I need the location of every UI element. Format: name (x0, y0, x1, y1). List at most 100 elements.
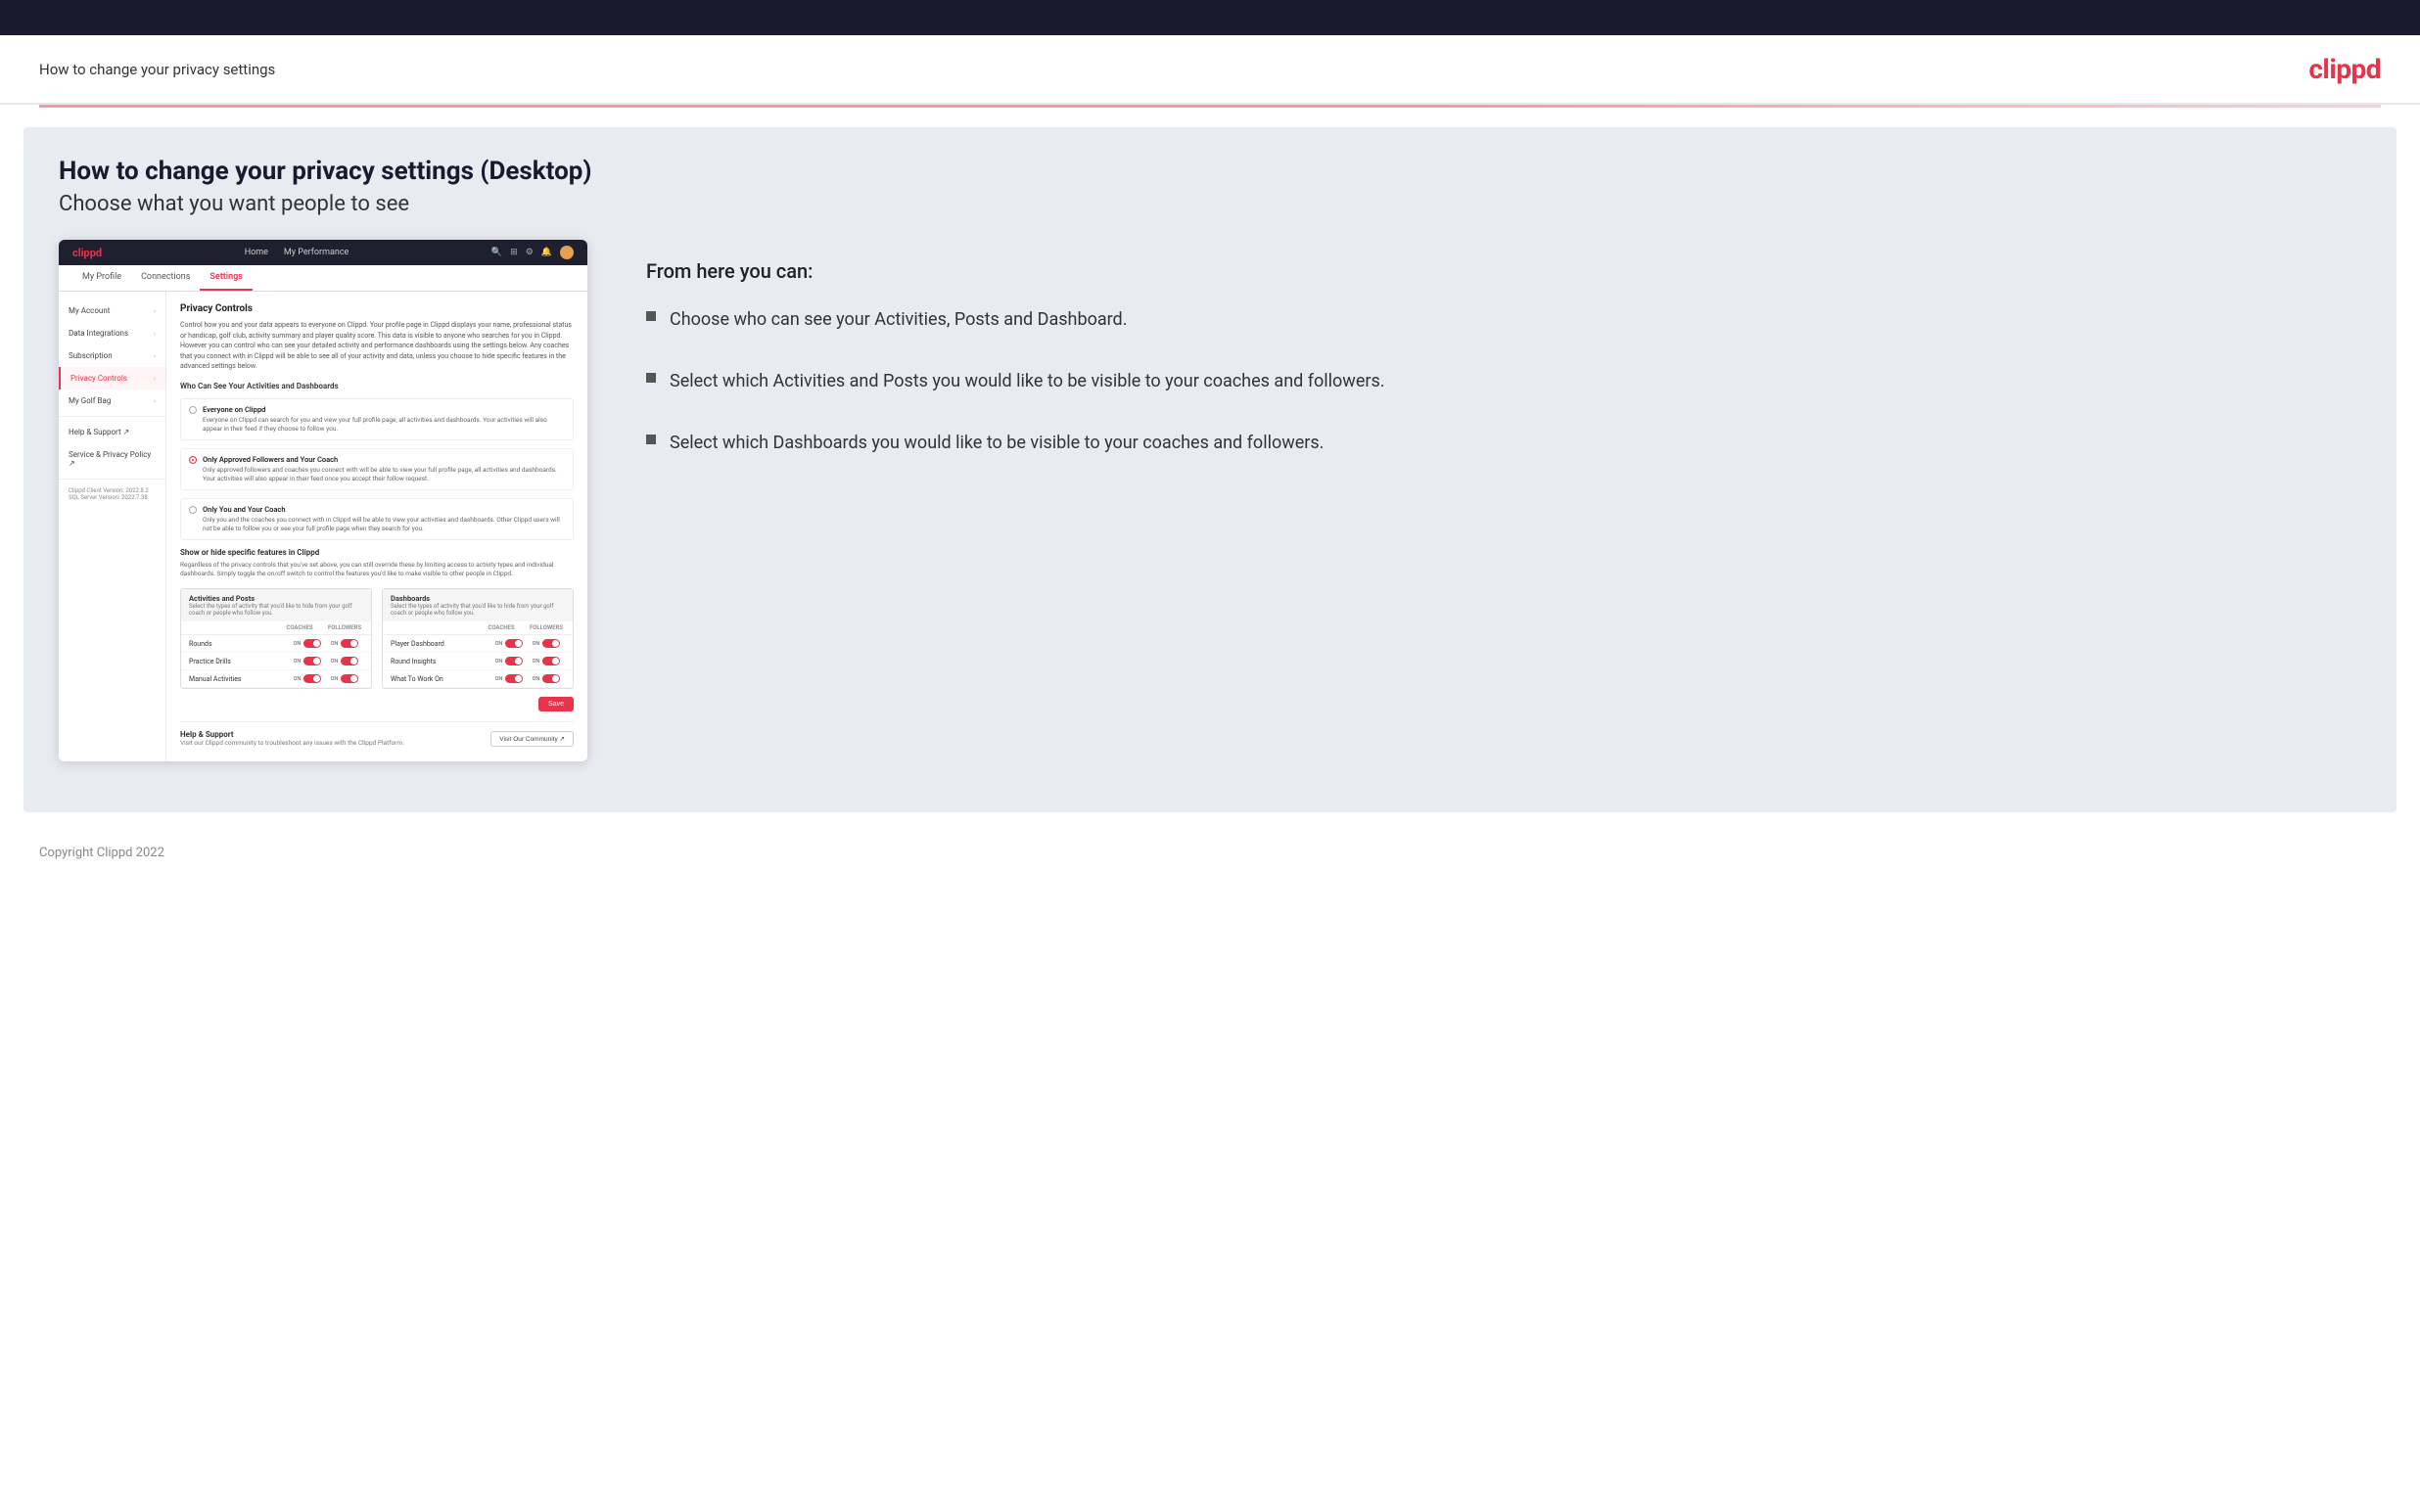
practice-coaches-toggle[interactable]: ON (289, 657, 326, 665)
search-icon[interactable]: 🔍 (491, 248, 502, 257)
player-dashboard-coaches-toggle[interactable]: ON (490, 639, 528, 648)
chevron-icon: › (154, 352, 156, 360)
sidebar-subscription[interactable]: Subscription › (59, 344, 165, 367)
radio-only-you-title: Only You and Your Coach (203, 505, 565, 514)
sidebar-privacy-controls[interactable]: Privacy Controls › (59, 367, 165, 389)
who-can-see-title: Who Can See Your Activities and Dashboar… (180, 382, 574, 390)
grid-icon[interactable]: ⊞ (510, 248, 518, 257)
header: How to change your privacy settings clip… (0, 35, 2420, 105)
what-to-work-coaches-pill[interactable] (505, 674, 523, 683)
page-heading: How to change your privacy settings (Des… (59, 157, 2361, 186)
right-panel: From here you can: Choose who can see yo… (627, 240, 2361, 491)
sidebar-service-privacy[interactable]: Service & Privacy Policy ↗ (59, 443, 165, 475)
two-column-layout: clippd Home My Performance 🔍 ⊞ ⚙ 🔔 My Pr… (59, 240, 2361, 761)
help-desc: Visit our Clippd community to troublesho… (180, 739, 404, 747)
bullet-square-2 (646, 373, 656, 383)
app-nav-performance[interactable]: My Performance (284, 248, 349, 257)
coaches-col-label: COACHES (281, 624, 318, 631)
sidebar-my-golf-bag-label: My Golf Bag (69, 396, 111, 405)
sidebar-divider (59, 416, 165, 417)
bullet-square-1 (646, 311, 656, 321)
radio-followers-coach[interactable]: Only Approved Followers and Your Coach O… (180, 448, 574, 490)
app-logo: clippd (72, 247, 102, 259)
practice-label: Practice Drills (189, 658, 289, 665)
subnav-settings[interactable]: Settings (200, 265, 253, 291)
practice-followers-pill[interactable] (341, 657, 358, 665)
sidebar-help-support[interactable]: Help & Support ↗ (59, 421, 165, 443)
app-nav-bar: clippd Home My Performance 🔍 ⊞ ⚙ 🔔 (59, 240, 587, 265)
sidebar-my-account-label: My Account (69, 306, 110, 315)
save-button[interactable]: Save (538, 697, 574, 711)
bullet-text-2: Select which Activities and Posts you wo… (670, 368, 1385, 394)
what-to-work-followers-pill[interactable] (542, 674, 560, 683)
rounds-coaches-pill[interactable] (303, 639, 321, 648)
player-dashboard-coaches-pill[interactable] (505, 639, 523, 648)
avatar[interactable] (560, 246, 574, 259)
manual-followers-pill[interactable] (341, 674, 358, 683)
radio-followers-coach-text: Only Approved Followers and Your Coach O… (203, 455, 565, 483)
manual-coaches-toggle[interactable]: ON (289, 674, 326, 683)
client-version: Clippd Client Version: 2022.8.2 (69, 487, 156, 494)
show-hide-desc: Regardless of the privacy controls that … (180, 561, 574, 578)
chevron-icon: › (154, 397, 156, 405)
subnav-connections[interactable]: Connections (131, 265, 200, 291)
rounds-followers-pill[interactable] (341, 639, 358, 648)
practice-coaches-pill[interactable] (303, 657, 321, 665)
help-text: Help & Support Visit our Clippd communit… (180, 730, 404, 747)
dash-followers-col-label: FOLLOWERS (528, 624, 565, 631)
sidebar-my-golf-bag[interactable]: My Golf Bag › (59, 389, 165, 412)
rounds-coaches-toggle[interactable]: ON (289, 639, 326, 648)
toggle-row-rounds: Rounds ON ON (181, 635, 371, 653)
radio-followers-coach-desc: Only approved followers and coaches you … (203, 466, 565, 483)
followers-col-label: FOLLOWERS (326, 624, 363, 631)
bullet-text-1: Choose who can see your Activities, Post… (670, 306, 1127, 333)
bullet-text-3: Select which Dashboards you would like t… (670, 430, 1324, 456)
dashboards-table-header: Dashboards Select the types of activity … (383, 589, 573, 621)
app-nav-home[interactable]: Home (245, 248, 268, 257)
chevron-icon: › (154, 330, 156, 338)
radio-everyone-title: Everyone on Clippd (203, 405, 565, 414)
copyright-text: Copyright Clippd 2022 (39, 846, 164, 860)
round-insights-followers-toggle[interactable]: ON (528, 657, 565, 665)
toggle-row-what-to-work: What To Work On ON ON (383, 670, 573, 688)
sidebar-my-account[interactable]: My Account › (59, 299, 165, 322)
radio-circle-everyone (189, 406, 197, 414)
header-divider (39, 105, 2381, 108)
rounds-followers-toggle[interactable]: ON (326, 639, 363, 648)
round-insights-coaches-toggle[interactable]: ON (490, 657, 528, 665)
sidebar-divider-2 (59, 479, 165, 480)
sidebar-data-integrations-label: Data Integrations (69, 329, 128, 338)
save-row: Save (180, 697, 574, 711)
what-to-work-followers-toggle[interactable]: ON (528, 674, 565, 683)
player-dashboard-followers-pill[interactable] (542, 639, 560, 648)
bullet-square-3 (646, 435, 656, 444)
main-content: How to change your privacy settings (Des… (23, 127, 2397, 812)
what-to-work-coaches-toggle[interactable]: ON (490, 674, 528, 683)
round-insights-followers-pill[interactable] (542, 657, 560, 665)
manual-coaches-pill[interactable] (303, 674, 321, 683)
sidebar-data-integrations[interactable]: Data Integrations › (59, 322, 165, 344)
header-title: How to change your privacy settings (39, 61, 275, 78)
radio-everyone-desc: Everyone on Clippd can search for you an… (203, 416, 565, 434)
manual-followers-toggle[interactable]: ON (326, 674, 363, 683)
bell-icon[interactable]: 🔔 (541, 248, 552, 257)
toggle-row-player-dashboard: Player Dashboard ON ON (383, 635, 573, 653)
practice-followers-toggle[interactable]: ON (326, 657, 363, 665)
dash-coaches-col-label: COACHES (483, 624, 520, 631)
radio-everyone[interactable]: Everyone on Clippd Everyone on Clippd ca… (180, 398, 574, 440)
radio-only-you-text: Only You and Your Coach Only you and the… (203, 505, 565, 533)
settings-icon[interactable]: ⚙ (526, 248, 534, 257)
subnav-my-profile[interactable]: My Profile (72, 265, 131, 291)
rounds-label: Rounds (189, 640, 289, 648)
visit-community-button[interactable]: Visit Our Community ↗ (490, 731, 574, 747)
app-subnav: My Profile Connections Settings (59, 265, 587, 292)
radio-only-you-coach[interactable]: Only You and Your Coach Only you and the… (180, 498, 574, 540)
app-body: My Account › Data Integrations › Subscri… (59, 292, 587, 761)
toggle-row-manual: Manual Activities ON ON (181, 670, 371, 688)
toggle-row-practice: Practice Drills ON ON (181, 653, 371, 670)
round-insights-coaches-pill[interactable] (505, 657, 523, 665)
player-dashboard-followers-toggle[interactable]: ON (528, 639, 565, 648)
radio-followers-coach-title: Only Approved Followers and Your Coach (203, 455, 565, 464)
sidebar-subscription-label: Subscription (69, 351, 113, 360)
page-subheading: Choose what you want people to see (59, 192, 2361, 216)
